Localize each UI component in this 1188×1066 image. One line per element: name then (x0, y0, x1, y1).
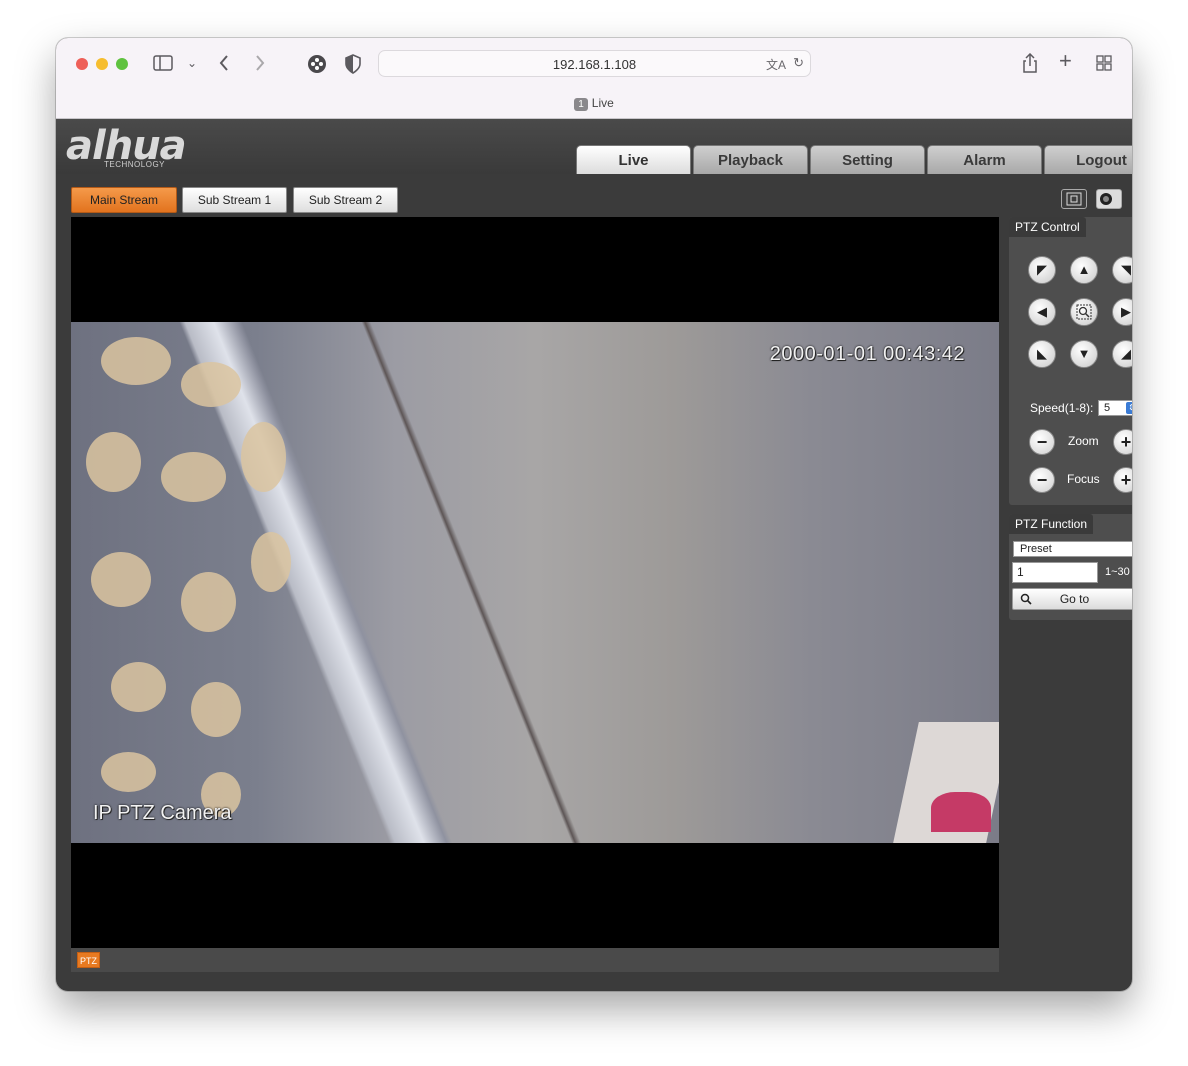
osd-timestamp: 2000-01-01 00:43:42 (769, 343, 965, 365)
tab-number: 1 (574, 98, 588, 111)
ptz-auto-focus-button[interactable] (1070, 298, 1098, 326)
url-text: 192.168.1.108 (552, 57, 637, 72)
translate-icon[interactable]: 文A (766, 56, 786, 73)
fullscreen-icon[interactable] (1061, 189, 1087, 209)
main-stream-button[interactable]: Main Stream (71, 187, 177, 213)
live-video[interactable]: 2000-01-01 00:43:42 IP PTZ Camera (71, 217, 999, 948)
minimize-window-button[interactable] (96, 58, 108, 70)
tab-overview-icon[interactable] (1096, 55, 1112, 74)
ptz-down-left-button[interactable]: ◣ (1028, 340, 1056, 368)
ptz-toggle-button[interactable]: PTZ (77, 952, 100, 968)
ptz-function-select[interactable]: Preset (1013, 541, 1132, 557)
ptz-left-button[interactable]: ◀ (1028, 298, 1056, 326)
new-tab-icon[interactable]: + (1059, 50, 1072, 72)
preset-number-input[interactable]: 1 (1012, 562, 1098, 583)
tab-playback[interactable]: Playback (693, 145, 808, 174)
video-footer: PTZ (71, 948, 999, 972)
forward-icon[interactable] (254, 54, 266, 75)
address-bar[interactable]: 192.168.1.108 文A ↻ (378, 50, 811, 77)
speed-select[interactable]: 5 ⇕ (1098, 400, 1132, 416)
ptz-down-button[interactable]: ▼ (1070, 340, 1098, 368)
focus-far-button[interactable]: + (1113, 467, 1132, 493)
tab-alarm[interactable]: Alarm (927, 145, 1042, 174)
ptz-up-left-button[interactable]: ◤ (1028, 256, 1056, 284)
ptz-right-button[interactable]: ▶ (1112, 298, 1132, 326)
ptz-function-title: PTZ Function (1009, 514, 1094, 534)
app-header: alhua TECHNOLOGY Live Playback Setting A… (56, 119, 1132, 174)
tab-setting[interactable]: Setting (810, 145, 925, 174)
browser-window: ⌄ 192.168.1.108 文A ↻ + 1 Live alhua TECH… (56, 38, 1132, 991)
speed-value: 5 (1104, 402, 1111, 414)
shield-icon[interactable] (345, 54, 361, 77)
camera-frame: 2000-01-01 00:43:42 IP PTZ Camera (71, 322, 999, 843)
ptz-function-panel: PTZ Function Preset 1 1~30 Go to (1009, 514, 1132, 620)
back-icon[interactable] (218, 54, 230, 75)
tab-logout[interactable]: Logout (1044, 145, 1132, 174)
ptz-down-right-button[interactable]: ◢ (1112, 340, 1132, 368)
tab-title: Live (591, 96, 614, 110)
extension-icon[interactable] (307, 54, 327, 77)
goto-button[interactable]: Go to (1012, 588, 1132, 610)
focus-label: Focus (1067, 472, 1100, 486)
close-window-button[interactable] (76, 58, 88, 70)
record-toggle-icon[interactable] (1096, 189, 1122, 209)
sub-stream-1-button[interactable]: Sub Stream 1 (182, 187, 287, 213)
browser-toolbar: ⌄ 192.168.1.108 文A ↻ + 1 Live (56, 38, 1132, 119)
sub-stream-2-button[interactable]: Sub Stream 2 (293, 187, 398, 213)
zoom-label: Zoom (1068, 434, 1099, 448)
focus-near-button[interactable]: − (1029, 467, 1055, 493)
sidebar-toggle-icon[interactable] (153, 55, 173, 74)
ptz-up-button[interactable]: ▲ (1070, 256, 1098, 284)
chevron-down-icon[interactable]: ⌄ (187, 54, 197, 72)
browser-tab[interactable]: 1 Live (56, 96, 1132, 111)
ptz-control-panel: PTZ Control ◤ ▲ ◥ ◀ ▶ ◣ ▼ ◢ Speed(1-8): … (1009, 217, 1132, 505)
select-arrow-icon: ⇕ (1126, 402, 1132, 414)
reload-icon[interactable]: ↻ (793, 55, 804, 71)
preset-range-text: 1~30 (1105, 566, 1130, 578)
zoom-in-button[interactable]: + (1113, 429, 1132, 455)
ptz-control-title: PTZ Control (1009, 217, 1086, 237)
zoom-out-button[interactable]: − (1029, 429, 1055, 455)
zoom-window-button[interactable] (116, 58, 128, 70)
goto-label: Go to (1059, 592, 1090, 606)
speed-label: Speed(1-8): (1030, 401, 1094, 415)
share-icon[interactable] (1022, 52, 1038, 76)
ptz-up-right-button[interactable]: ◥ (1112, 256, 1132, 284)
tab-live[interactable]: Live (576, 145, 691, 174)
osd-camera-name: IP PTZ Camera (93, 802, 232, 824)
logo-subtitle: TECHNOLOGY (104, 160, 166, 169)
